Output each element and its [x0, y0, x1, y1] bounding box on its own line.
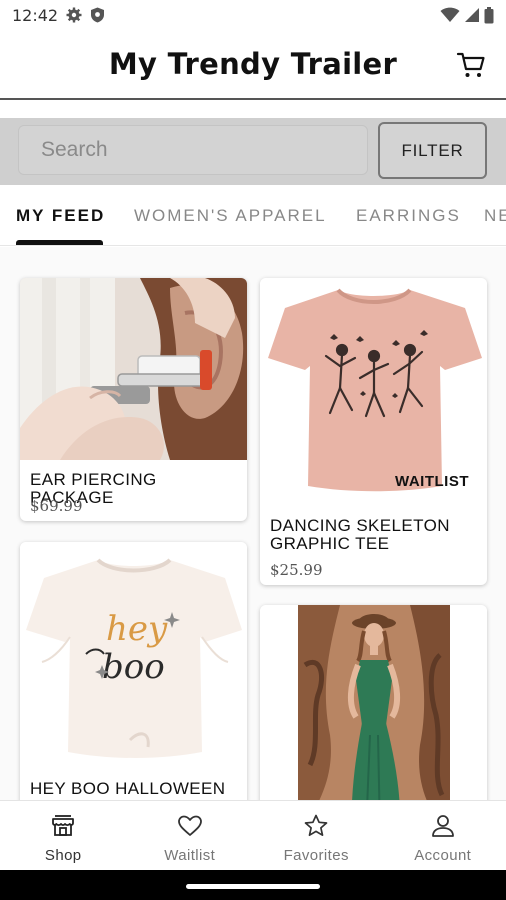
search-bar: FILTER: [0, 118, 506, 185]
home-gesture-handle[interactable]: [186, 884, 320, 889]
category-tabs: MY FEED WOMEN'S APPAREL EARRINGS NE: [0, 192, 506, 246]
wifi-icon: [440, 7, 460, 22]
filter-button[interactable]: FILTER: [378, 122, 487, 179]
product-price: $25.99: [270, 561, 323, 579]
product-image: [20, 278, 247, 460]
tab-womens-apparel[interactable]: WOMEN'S APPAREL: [134, 206, 327, 226]
green-dress-photo: [260, 605, 487, 800]
status-left: 12:42: [12, 6, 105, 25]
ear-piercing-photo: [20, 278, 247, 460]
heart-icon: [177, 815, 202, 836]
nav-label: Waitlist: [164, 847, 216, 864]
product-title: DANCING SKELETON GRAPHIC TEE: [270, 516, 450, 553]
tab-new[interactable]: NE: [484, 206, 506, 226]
cart-button[interactable]: [456, 50, 486, 80]
star-icon: [304, 814, 328, 837]
status-bar: 12:42: [0, 0, 506, 30]
nav-account[interactable]: Account: [380, 801, 506, 870]
app-header: My Trendy Trailer: [0, 30, 506, 100]
tab-earrings[interactable]: EARRINGS: [356, 206, 461, 226]
product-card-skeleton-tee[interactable]: WAITLIST DANCING SKELETON GRAPHIC TEE $2…: [260, 278, 487, 585]
shirt-text-boo: boo: [102, 647, 165, 687]
skeleton-tee-photo: [260, 278, 487, 496]
tab-my-feed[interactable]: MY FEED: [16, 206, 105, 226]
nav-waitlist[interactable]: Waitlist: [127, 801, 254, 870]
product-image: hey boo: [20, 542, 247, 767]
search-box: [18, 125, 368, 175]
nav-label: Favorites: [283, 847, 349, 864]
product-image: [260, 278, 487, 496]
account-icon: [431, 815, 454, 837]
system-nav-bar: [0, 870, 506, 900]
tab-indicator: [16, 240, 103, 245]
waitlist-badge: WAITLIST: [395, 473, 469, 490]
product-card-green-dress[interactable]: [260, 605, 487, 800]
shield-icon: [91, 7, 105, 23]
bottom-nav: Shop Waitlist Favorites Account: [0, 800, 506, 870]
shirt-text-hey: hey: [106, 609, 168, 649]
signal-icon: [465, 8, 479, 22]
shop-icon: [52, 815, 75, 836]
product-card-ear-piercing[interactable]: EAR PIERCING PACKAGE $69.99: [20, 278, 247, 521]
status-right: [440, 6, 494, 24]
battery-icon: [484, 6, 494, 23]
product-card-hey-boo-tee[interactable]: hey boo HEY BOO HALLOWEEN GRAPHIC TEE: [20, 542, 247, 800]
cart-icon: [456, 52, 485, 77]
status-time: 12:42: [12, 5, 59, 25]
product-title: HEY BOO HALLOWEEN GRAPHIC TEE: [30, 779, 226, 801]
nav-label: Account: [414, 847, 472, 864]
nav-favorites[interactable]: Favorites: [253, 801, 380, 870]
product-feed[interactable]: EAR PIERCING PACKAGE $69.99 WAITLIST DAN…: [0, 247, 506, 800]
nav-shop[interactable]: Shop: [0, 801, 127, 870]
product-image: [260, 605, 487, 800]
search-input[interactable]: [19, 126, 367, 174]
nav-label: Shop: [44, 847, 82, 864]
product-price: $69.99: [30, 497, 83, 515]
gear-icon: [66, 7, 82, 23]
app-title: My Trendy Trailer: [108, 47, 398, 81]
hey-boo-tee-photo: hey boo: [20, 542, 247, 767]
